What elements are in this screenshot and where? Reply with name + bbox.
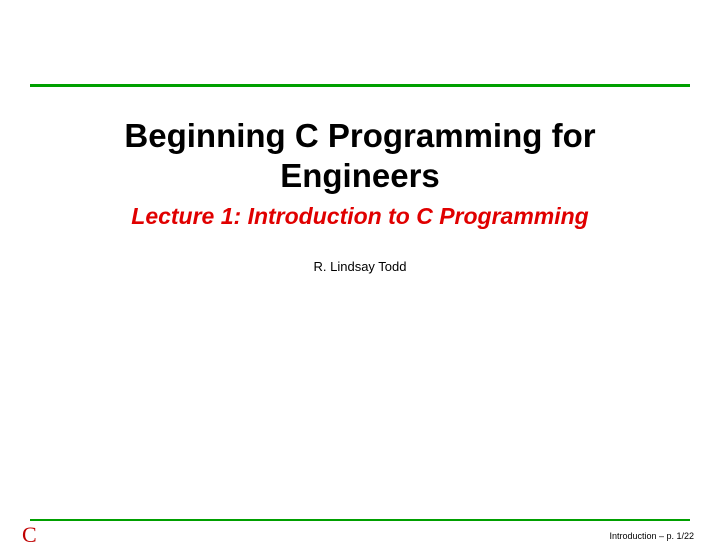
bottom-divider [30, 519, 690, 521]
page-number: Introduction – p. 1/22 [609, 531, 694, 541]
title-line-2: Engineers [280, 157, 440, 194]
author-name: R. Lindsay Todd [30, 259, 690, 274]
title-line-1: Beginning C Programming for [124, 117, 595, 154]
top-divider [30, 84, 690, 87]
logo-icon: C [22, 524, 37, 546]
slide-subtitle: Lecture 1: Introduction to C Programming [30, 203, 690, 230]
slide-title: Beginning C Programming for Engineers [30, 116, 690, 195]
